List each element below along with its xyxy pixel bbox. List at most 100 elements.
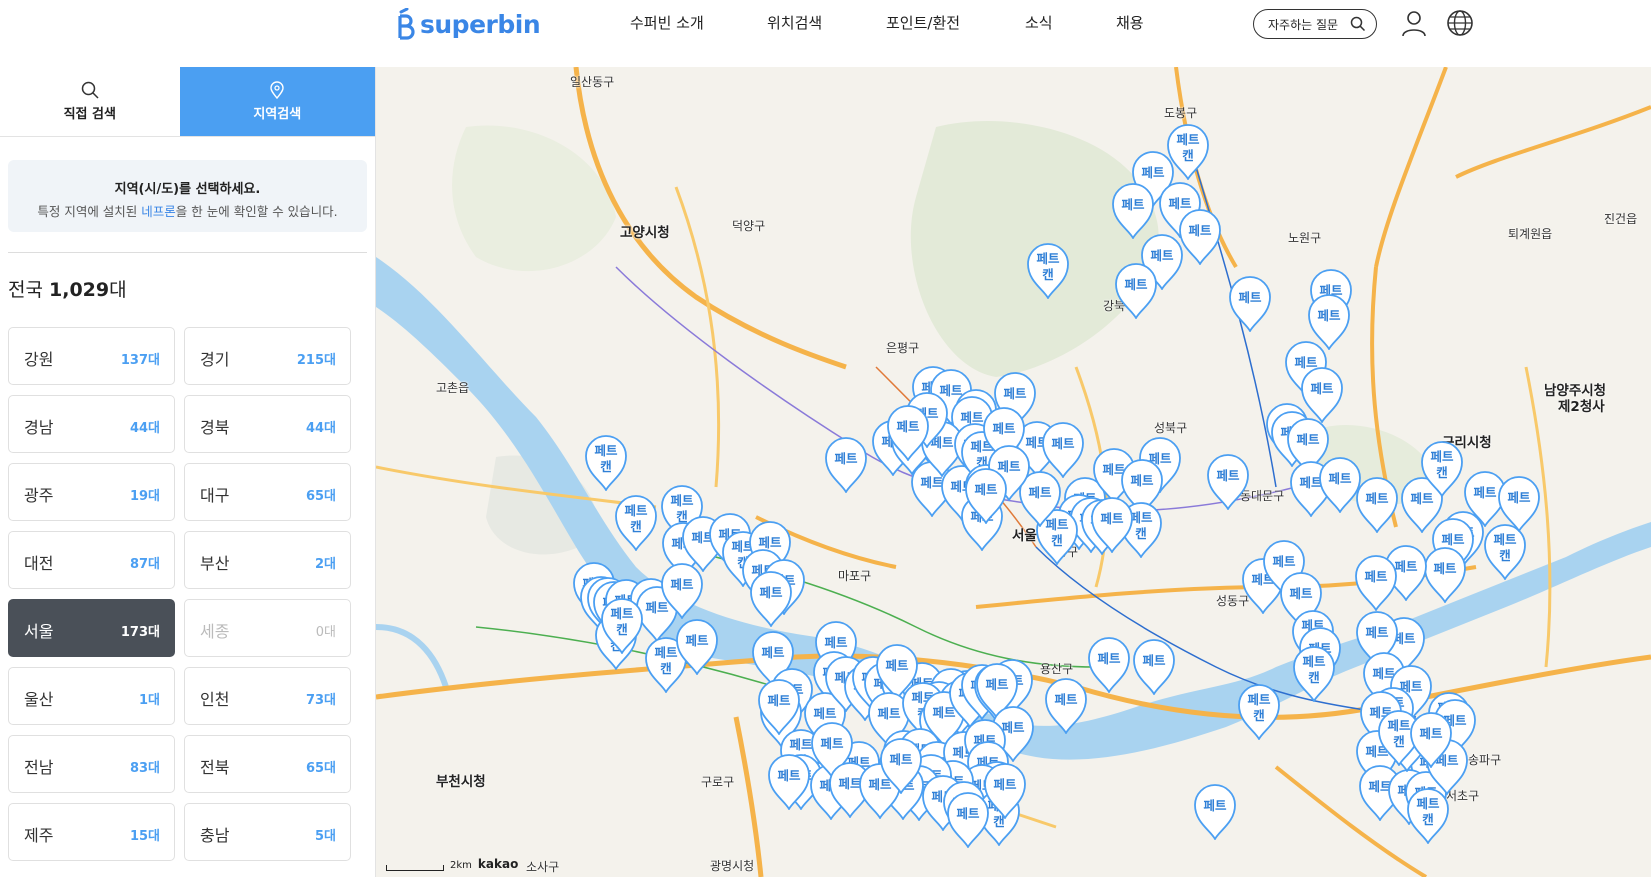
- globe-icon[interactable]: [1446, 9, 1474, 37]
- map-label-dobong: 도봉구: [1164, 106, 1198, 120]
- kakao-attribution: kakao: [477, 857, 519, 871]
- region-item[interactable]: 전남 83대: [8, 735, 175, 793]
- marker-label-pet: 페트: [1416, 796, 1440, 811]
- region-item[interactable]: 강원 137대: [8, 327, 175, 385]
- region-item[interactable]: 서울 173대: [8, 599, 175, 657]
- location-marker[interactable]: 페트: [878, 736, 924, 794]
- nav-careers[interactable]: 채용: [1116, 12, 1144, 33]
- location-marker[interactable]: 페트: [1089, 495, 1135, 553]
- map-label-seongbuk: 성북구: [1154, 421, 1188, 435]
- location-marker[interactable]: 페트캔: [1025, 241, 1071, 299]
- location-marker[interactable]: 페트: [1113, 261, 1159, 319]
- nationwide-total: 전국 1,029대: [8, 275, 375, 302]
- marker-label-pet: 페트: [1247, 692, 1271, 707]
- location-marker[interactable]: 페트: [1192, 782, 1238, 840]
- region-name: 경기: [200, 350, 230, 369]
- marker-label-can: 캔: [1422, 812, 1434, 827]
- location-marker[interactable]: 페트: [1043, 676, 1089, 734]
- location-marker[interactable]: 페트: [963, 466, 1009, 524]
- location-marker[interactable]: 페트: [1227, 274, 1273, 332]
- marker-label-pet: 페트: [1310, 381, 1334, 396]
- location-marker[interactable]: 페트: [1110, 181, 1156, 239]
- tab-region-search[interactable]: 지역검색: [179, 67, 375, 136]
- map-view[interactable]: 일산동구 고양시청 덕양구 도봉구 노원구 강북구 은평구 성북구 동대문구 서…: [376, 67, 1651, 877]
- location-marker[interactable]: 페트: [1496, 474, 1542, 532]
- faq-search-box[interactable]: 자주하는 질문: [1253, 9, 1377, 39]
- nav-location-search[interactable]: 위치검색: [767, 12, 822, 33]
- faq-search-placeholder: 자주하는 질문: [1268, 17, 1339, 32]
- region-name: 울산: [24, 690, 54, 709]
- location-marker[interactable]: 페트: [885, 403, 931, 461]
- location-marker[interactable]: 페트: [1353, 553, 1399, 611]
- nav-news[interactable]: 소식: [1025, 12, 1053, 33]
- marker-label-pet: 페트: [1100, 511, 1124, 526]
- marker-label-pet: 페트: [1036, 251, 1060, 266]
- total-prefix: 전국: [8, 279, 49, 301]
- marker-label-pet: 페트: [1302, 654, 1326, 669]
- marker-label-pet: 페트: [1054, 692, 1078, 707]
- location-marker[interactable]: 페트: [982, 761, 1028, 819]
- location-marker[interactable]: 페트: [1177, 207, 1223, 265]
- region-item[interactable]: 광주 19대: [8, 463, 175, 521]
- region-item[interactable]: 대전 87대: [8, 531, 175, 589]
- logo-text: superbin: [420, 9, 541, 39]
- nav-about[interactable]: 수퍼빈 소개: [630, 12, 704, 33]
- region-item[interactable]: 경기 215대: [184, 327, 351, 385]
- location-marker[interactable]: 페트: [674, 617, 720, 675]
- location-marker[interactable]: 페트: [659, 561, 705, 619]
- region-count: 44대: [129, 421, 160, 436]
- marker-label-pet: 페트: [1203, 798, 1227, 813]
- user-icon[interactable]: [1400, 9, 1428, 37]
- marker-label-pet: 페트: [777, 768, 801, 783]
- location-marker[interactable]: 페트캔: [1236, 682, 1282, 740]
- marker-label-can: 캔: [1308, 670, 1320, 685]
- map-label-toegyewon: 퇴계원읍: [1508, 227, 1553, 241]
- marker-label-can: 캔: [1436, 465, 1448, 480]
- marker-label-pet: 페트: [1238, 290, 1262, 305]
- location-marker[interactable]: 페트: [823, 435, 869, 493]
- search-icon[interactable]: [1350, 16, 1366, 32]
- location-marker[interactable]: 페트캔: [1419, 439, 1465, 497]
- nav-points-exchange[interactable]: 포인트/환전: [886, 12, 960, 33]
- map-label-mapo: 마포구: [838, 569, 872, 583]
- region-item[interactable]: 대구 65대: [184, 463, 351, 521]
- location-marker[interactable]: 페트: [748, 569, 794, 627]
- location-marker[interactable]: 페트캔: [613, 493, 659, 551]
- region-item[interactable]: 전북 65대: [184, 735, 351, 793]
- location-marker[interactable]: 페트: [1205, 452, 1251, 510]
- notice-title: 지역(시/도)를 선택하세요.: [114, 182, 261, 197]
- superbin-logo[interactable]: superbin: [396, 6, 541, 42]
- region-item[interactable]: 울산 1대: [8, 667, 175, 725]
- region-select-notice: 지역(시/도)를 선택하세요. 특정 지역에 설치된 네프론을 한 눈에 확인할…: [8, 160, 367, 232]
- region-name: 광주: [24, 486, 54, 505]
- tab-direct-search[interactable]: 직접 검색: [0, 67, 180, 136]
- location-marker[interactable]: 페트: [1408, 710, 1454, 768]
- region-count: 5대: [314, 829, 336, 844]
- marker-label-pet: 페트: [1176, 132, 1200, 147]
- region-count: 2대: [314, 557, 336, 572]
- region-item[interactable]: 인천 73대: [184, 667, 351, 725]
- marker-label-pet: 페트: [1493, 532, 1517, 547]
- location-marker[interactable]: 페트캔: [599, 596, 645, 654]
- location-marker[interactable]: 페트: [1086, 635, 1132, 693]
- logo-mark-icon: [398, 8, 415, 40]
- region-name: 대전: [24, 554, 54, 573]
- region-item[interactable]: 경북 44대: [184, 395, 351, 453]
- location-marker[interactable]: 페트: [766, 752, 812, 810]
- marker-label-pet: 페트: [1188, 223, 1212, 238]
- region-item[interactable]: 부산 2대: [184, 531, 351, 589]
- region-count: 15대: [129, 829, 160, 844]
- map-label-sosa: 소사구: [526, 860, 560, 874]
- map-label-deogyang: 덕양구: [732, 219, 766, 233]
- location-marker[interactable]: 페트캔: [583, 433, 629, 491]
- region-item[interactable]: 경남 44대: [8, 395, 175, 453]
- marker-label-pet: 페트: [1141, 165, 1165, 180]
- region-item[interactable]: 제주 15대: [8, 803, 175, 861]
- marker-label-can: 캔: [1499, 548, 1511, 563]
- marker-label-pet: 페트: [824, 635, 848, 650]
- region-item[interactable]: 충남 5대: [184, 803, 351, 861]
- location-marker[interactable]: 페트캔: [1291, 644, 1337, 702]
- location-marker[interactable]: 페트: [1131, 637, 1177, 695]
- map-label-gwangmyeong: 광명시청: [710, 859, 755, 873]
- location-marker[interactable]: 페트: [1354, 475, 1400, 533]
